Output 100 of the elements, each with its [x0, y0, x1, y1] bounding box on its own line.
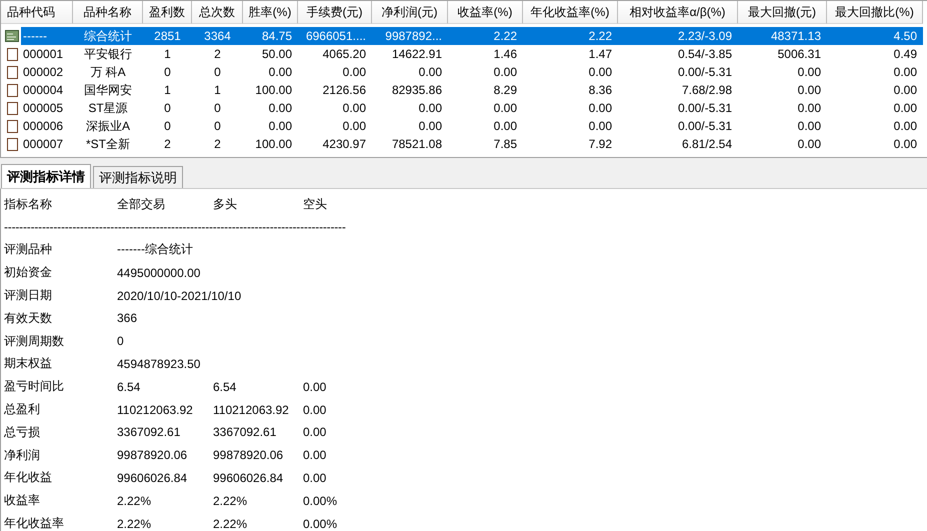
table-cell-text: 0.00 — [892, 118, 918, 135]
tab[interactable]: 评测指标说明 — [93, 166, 183, 188]
table-cell-text: 6966051.... — [304, 28, 367, 45]
metric-label: 评测日期 — [4, 287, 53, 304]
grid-icon — [5, 29, 19, 43]
table-cell-text: 4230.97 — [322, 136, 367, 153]
metric-value: 0 — [117, 334, 124, 348]
metric-label: 净利润 — [4, 446, 41, 464]
table-row[interactable]: 000001 平安银行 1 2 50.00 4065.20 14622.91 1.46 1.47 0.54/-3.85 5006.31 0.49 — [21, 45, 923, 63]
metric-value: 366 — [117, 311, 138, 326]
column-header[interactable]: 总次数 — [192, 1, 243, 24]
metric-label: 有效天数 — [4, 310, 53, 327]
metric-value: 4495000000.00 — [117, 266, 200, 280]
table-row[interactable]: 000007 *ST全新 2 2 100.00 4230.97 78521.08 7.85 7.92 6.81/2.54 0.00 0.00 — [21, 135, 923, 153]
table-cell-text: 100.00 — [254, 136, 293, 153]
metric-label: 年化收益率 — [4, 515, 65, 531]
table-cell-text: 9987892... — [384, 28, 443, 45]
table-cell-text: 2 — [213, 136, 222, 153]
metric-value: 2020/10/10-2021/10/10 — [117, 288, 242, 303]
column-header[interactable]: 最大回撤比(%) — [827, 1, 923, 24]
table-cell-text: 平安银行 — [83, 46, 133, 63]
column-header[interactable]: 年化收益率(%) — [523, 1, 618, 24]
document-icon — [5, 137, 19, 151]
table-cell-text: 100.00 — [254, 82, 293, 99]
column-header[interactable]: 品种代码 — [1, 1, 73, 24]
metric-value: 2.22% — [213, 494, 248, 508]
table-cell-text: 000005 — [22, 100, 64, 117]
table-cell-text: 0.00/-5.31 — [676, 100, 733, 117]
table-cell-text: 0.00 — [892, 100, 918, 117]
table-cell-text: 000007 — [22, 136, 64, 153]
table-cell-text: 0.00 — [418, 100, 443, 117]
metric-label: 评测周期数 — [4, 332, 65, 350]
table-cell-text: 0.00 — [588, 100, 613, 117]
metric-value: 3367092.61 — [117, 425, 180, 440]
table-cell-text: 0.00 — [796, 82, 822, 99]
metric-value: -------综合统计 — [117, 241, 193, 258]
metric-value: 99606026.84 — [213, 470, 284, 485]
table-cell-text: 0.00 — [418, 64, 443, 81]
column-header[interactable]: 最大回撤(元) — [738, 1, 827, 24]
table-cell-text: 0.00 — [342, 100, 367, 117]
table-cell-text: ST星源 — [87, 100, 129, 117]
column-header[interactable]: 手续费(元) — [298, 1, 372, 24]
document-icon — [5, 119, 19, 133]
metric-label: 期末权益 — [4, 355, 53, 372]
table-cell-text: 0 — [163, 118, 172, 135]
table-cell-text: 0.00 — [796, 64, 822, 81]
table-cell-text: 1 — [163, 46, 172, 63]
table-cell-text: 1 — [213, 82, 222, 99]
column-header[interactable]: 胜率(%) — [243, 1, 298, 24]
table-cell-text: 0.00/-5.31 — [676, 118, 733, 135]
column-header[interactable]: 盈利数 — [143, 1, 192, 24]
table-cell-text: 0.00 — [796, 136, 822, 153]
table-cell-text: 综合统计 — [83, 28, 133, 45]
table-cell-text: 2.22 — [588, 28, 613, 45]
metric-value: 0.00 — [303, 402, 326, 417]
table-cell-text: 6.81/2.54 — [680, 136, 733, 153]
table-cell-text: 000006 — [22, 118, 64, 135]
metric-value: 0.00 — [303, 470, 326, 485]
metric-value: 99878920.06 — [213, 448, 284, 462]
metric-value: 0.00% — [303, 516, 338, 531]
column-header[interactable]: 净利润(元) — [372, 1, 448, 24]
report-heading: 指标名称 — [4, 196, 53, 213]
table-cell-text: 万 科A — [89, 64, 127, 81]
metric-label: 总亏损 — [4, 424, 41, 441]
metric-value: 0.00 — [303, 448, 326, 462]
table-cell-text: 2126.56 — [322, 82, 367, 99]
metric-value: 4594878923.50 — [117, 356, 200, 371]
table-cell-text: 深振业A — [84, 118, 131, 135]
table-cell-text: 1 — [163, 82, 172, 99]
table-cell-text: 0.00 — [418, 118, 443, 135]
document-icon — [5, 47, 19, 61]
metric-value: 110212063.92 — [117, 402, 193, 417]
table-row[interactable]: ------ 综合统计 2851 3364 84.75 6966051.... 9987892... 2.22 2.22 2.23/-3.09 48371.13 4.50 — [21, 27, 923, 45]
column-header[interactable]: 品种名称 — [73, 1, 143, 24]
table-cell-text: 0.00 — [588, 64, 613, 81]
metric-label: 收益率 — [4, 492, 41, 510]
table-cell-text: 2851 — [153, 28, 182, 45]
table-cell-text: 78521.08 — [390, 136, 443, 153]
table-cell-text: 000001 — [22, 46, 64, 63]
table-cell-text: 7.85 — [492, 136, 518, 153]
document-icon — [5, 83, 19, 97]
report-heading: 多头 — [213, 196, 238, 213]
table-row[interactable]: 000006 深振业A 0 0 0.00 0.00 0.00 0.00 0.00 0.00/-5.31 0.00 0.00 — [21, 117, 923, 135]
table-row[interactable]: 000002 万 科A 0 0 0.00 0.00 0.00 0.00 0.00 0.00/-5.31 0.00 0.00 — [21, 63, 923, 81]
table-cell-text: 2.22 — [492, 28, 518, 45]
tab[interactable]: 评测指标详情 — [1, 164, 91, 188]
metric-value: 0.00% — [303, 494, 338, 508]
table-cell-text: 0.00 — [268, 118, 293, 135]
table-cell-text: 0 — [163, 100, 172, 117]
table-cell-text: 0.00 — [342, 118, 367, 135]
table-cell-text: 0.00 — [892, 136, 918, 153]
table-cell-text: 50.00 — [260, 46, 293, 63]
table-row[interactable]: 000004 国华网安 1 1 100.00 2126.56 82935.86 8.29 8.36 7.68/2.98 0.00 0.00 — [21, 81, 923, 99]
table-cell-text: 国华网安 — [83, 82, 133, 99]
column-header[interactable]: 相对收益率α/β(%) — [618, 1, 738, 24]
report-divider: ------------------------------------------------------------------------------------------ — [4, 218, 347, 236]
table-cell-text: 7.68/2.98 — [680, 82, 733, 99]
table-row[interactable]: 000005 ST星源 0 0 0.00 0.00 0.00 0.00 0.00 0.00/-5.31 0.00 0.00 — [21, 99, 923, 117]
column-header[interactable]: 收益率(%) — [448, 1, 523, 24]
table-cell-text: 84.75 — [260, 28, 293, 45]
